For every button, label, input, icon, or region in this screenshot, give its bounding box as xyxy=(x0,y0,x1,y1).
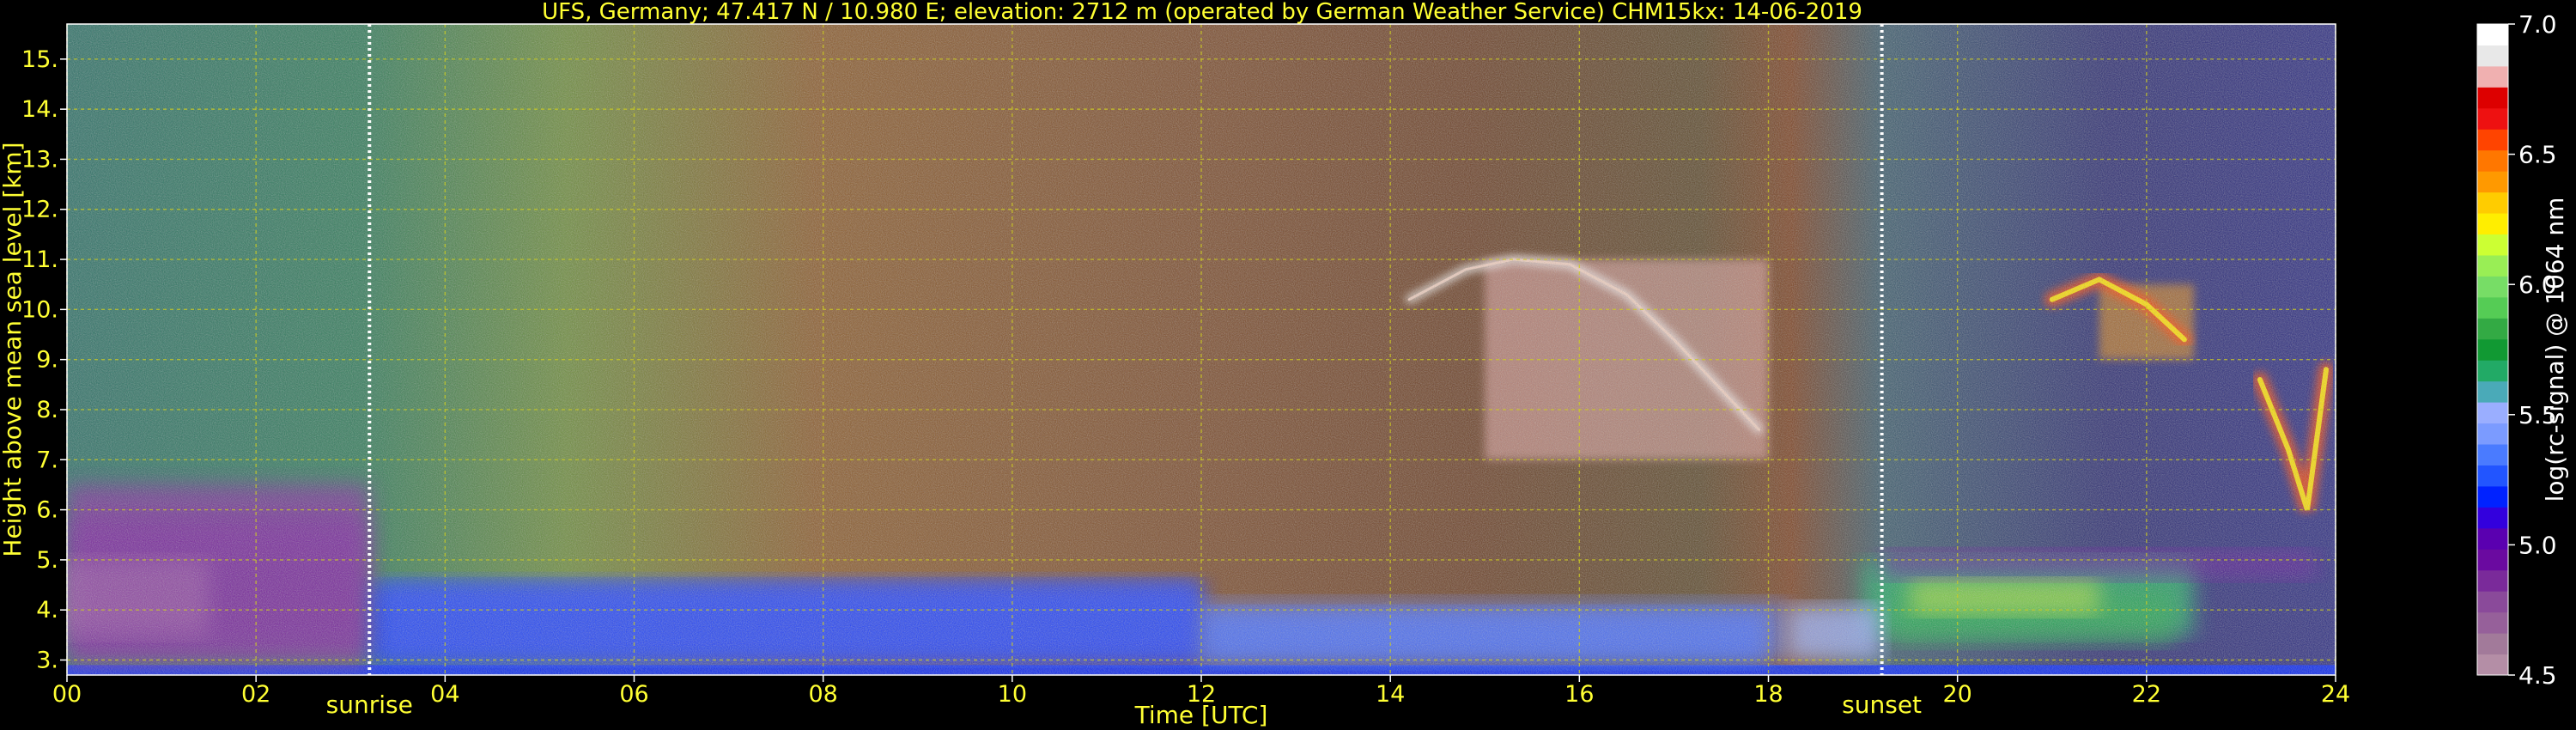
y-tick-label: 14. xyxy=(21,96,58,123)
colorbar-segment xyxy=(2477,527,2508,550)
colorbar-segment xyxy=(2477,65,2508,88)
y-axis-label: Height above mean sea level [km] xyxy=(0,142,27,557)
colorbar-segment xyxy=(2477,485,2508,508)
y-tick-label: 3. xyxy=(36,648,58,674)
colorbar-segment xyxy=(2477,276,2508,298)
x-tick-label: 02 xyxy=(241,681,270,708)
y-tick-label: 11. xyxy=(21,246,58,273)
colorbar-segment xyxy=(2477,107,2508,130)
colorbar-segment xyxy=(2477,380,2508,403)
colorbar-segment xyxy=(2477,318,2508,340)
x-tick-label: 04 xyxy=(430,681,459,708)
x-tick-label: 20 xyxy=(1942,681,1971,708)
y-tick-label: 15. xyxy=(21,46,58,73)
colorbar-segment xyxy=(2477,192,2508,214)
colorbar-label: log(rc-signal) @ 1064 nm xyxy=(2541,198,2569,502)
colorbar-tick-label: 4.5 xyxy=(2518,661,2557,690)
colorbar-segment xyxy=(2477,507,2508,529)
colorbar: 4.55.05.56.06.57.0log(rc-signal) @ 1064 … xyxy=(2476,10,2569,690)
colorbar-segment xyxy=(2477,87,2508,109)
y-tick-label: 12. xyxy=(21,197,58,223)
colorbar-segment xyxy=(2477,234,2508,256)
colorbar-segment xyxy=(2477,45,2508,67)
colorbar-segment xyxy=(2477,24,2508,46)
x-tick-label: 22 xyxy=(2132,681,2161,708)
x-tick-label: 14 xyxy=(1376,681,1405,708)
annotation-sunset: sunset xyxy=(1842,690,1922,719)
colorbar-segment xyxy=(2477,423,2508,445)
y-tick-label: 10. xyxy=(21,296,58,323)
colorbar-segment xyxy=(2477,149,2508,172)
colorbar-segment xyxy=(2477,296,2508,319)
x-tick-label: 08 xyxy=(808,681,837,708)
colorbar-tick-label: 6.5 xyxy=(2518,141,2557,169)
colorbar-tick-label: 5.0 xyxy=(2518,531,2557,559)
y-tick-label: 4. xyxy=(36,597,58,624)
x-tick-label: 18 xyxy=(1753,681,1783,708)
x-axis-label: Time [UTC] xyxy=(1134,701,1268,729)
colorbar-tick-label: 7.0 xyxy=(2518,10,2557,39)
colorbar-segment xyxy=(2477,360,2508,382)
colorbar-segment xyxy=(2477,402,2508,424)
y-tick-label: 8. xyxy=(36,397,58,423)
x-tick-label: 16 xyxy=(1564,681,1594,708)
colorbar-segment xyxy=(2477,444,2508,465)
chart-svg: 00 02 04 06 08 10 12 14 16 18 20 22 243.4.5.6.7.8.9.… xyxy=(0,0,2569,729)
y-tick-label: 5. xyxy=(36,547,58,574)
annotation-sunrise: sunrise xyxy=(326,690,413,719)
y-tick-label: 9. xyxy=(36,347,58,374)
colorbar-segment xyxy=(2477,633,2508,655)
colorbar-segment xyxy=(2477,171,2508,193)
colorbar-segment xyxy=(2477,465,2508,487)
y-tick-label: 13. xyxy=(21,146,58,173)
chart-title: UFS, Germany; 47.417 N / 10.980 E; eleva… xyxy=(542,0,1862,25)
x-tick-label: 00 xyxy=(52,681,82,708)
colorbar-segment xyxy=(2477,549,2508,571)
y-tick-label: 7. xyxy=(36,447,58,473)
colorbar-segment xyxy=(2477,591,2508,613)
colorbar-segment xyxy=(2477,654,2508,676)
colorbar-segment xyxy=(2477,569,2508,592)
colorbar-segment xyxy=(2477,611,2508,634)
colorbar-segment xyxy=(2477,213,2508,235)
x-tick-label: 24 xyxy=(2321,681,2350,708)
colorbar-segment xyxy=(2477,254,2508,277)
ceilometer-chart: 00 02 04 06 08 10 12 14 16 18 20 22 24 3. 4. 5. 6. 7. 8. 9.… xyxy=(0,0,2576,730)
x-tick-label: 10 xyxy=(998,681,1027,708)
colorbar-segment xyxy=(2477,129,2508,151)
x-tick-label: 06 xyxy=(619,681,648,708)
colorbar-segment xyxy=(2477,338,2508,361)
y-tick-label: 6. xyxy=(36,497,58,524)
